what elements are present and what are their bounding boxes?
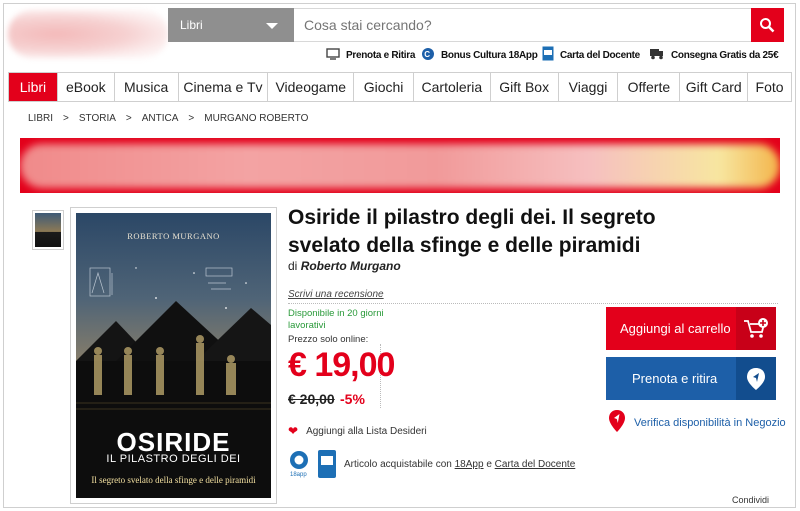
verify-store-availability-link[interactable]: Verifica disponibilità in Negozio xyxy=(608,409,786,436)
cart-plus-icon xyxy=(736,307,776,350)
breadcrumb-separator: > xyxy=(63,113,69,124)
price-label: Prezzo solo online: xyxy=(288,334,369,345)
divider xyxy=(288,303,778,304)
banner-image xyxy=(20,144,780,188)
bonus-conjunction: e xyxy=(486,458,492,470)
search-input[interactable] xyxy=(294,8,752,42)
service-label: Carta del Docente xyxy=(560,49,640,61)
product-title: Osiride il pilastro degli dei. Il segret… xyxy=(288,206,656,257)
bonus-prefix: Articolo acquistabile con xyxy=(344,458,452,470)
nav-item-ebook[interactable]: eBook xyxy=(58,73,115,101)
cover-subtitle: IL PILASTRO DEGLI DEI xyxy=(106,453,241,465)
truck-icon xyxy=(649,47,665,63)
nav-item-gift-card[interactable]: Gift Card xyxy=(680,73,749,101)
service-consegna-gratis[interactable]: Consegna Gratis da 25€ xyxy=(649,46,779,64)
breadcrumb-item[interactable]: ANTICA xyxy=(142,113,179,124)
cover-tagline: Il segreto svelato della sfinge e delle … xyxy=(91,475,256,485)
carta-docente-logo-icon xyxy=(318,450,336,478)
carta-docente-link[interactable]: Carta del Docente xyxy=(495,459,576,470)
cover-author: ROBERTO MURGANO xyxy=(127,231,220,241)
breadcrumb-item[interactable]: MURGANO ROBERTO xyxy=(204,113,308,124)
breadcrumb-separator: > xyxy=(125,113,132,124)
main-nav: Libri eBook Musica Cinema e Tv Videogame… xyxy=(8,72,792,102)
18app-link[interactable]: 18App xyxy=(455,459,484,470)
write-review-link[interactable]: Scrivi una recensione xyxy=(288,289,384,300)
availability-text: Disponibile in 20 giorni lavorativi xyxy=(288,308,384,331)
bonus-payment-info: 18app Articolo acquistabile con 18App e … xyxy=(288,450,575,478)
share-link[interactable]: Condividi xyxy=(732,495,769,505)
svg-text:18app: 18app xyxy=(290,472,307,478)
reserve-label: Prenota e ritira xyxy=(632,371,718,386)
wishlist-label: Aggiungi alla Lista Desideri xyxy=(306,425,427,437)
old-price: € 20,00 xyxy=(288,391,335,407)
chevron-down-icon xyxy=(266,23,278,29)
author-link[interactable]: Roberto Murgano xyxy=(301,259,401,273)
verify-label: Verifica disponibilità in Negozio xyxy=(634,416,786,429)
cover-art: ROBERTO MURGANO OSIRIDE IL PILASTRO DEGL… xyxy=(76,213,271,498)
breadcrumb-separator: > xyxy=(188,113,195,124)
promo-banner[interactable] xyxy=(20,138,780,193)
nav-item-videogame[interactable]: Videogame xyxy=(268,73,355,101)
nav-item-offerte[interactable]: Offerte xyxy=(618,73,681,101)
service-links: Prenota e Ritira C Bonus Cultura 18App C… xyxy=(0,46,800,66)
category-select-label: Libri xyxy=(180,18,203,32)
service-label: Bonus Cultura 18App xyxy=(441,49,538,61)
map-pin-icon xyxy=(608,409,626,436)
svg-text:C: C xyxy=(424,50,430,59)
service-label: Prenota e Ritira xyxy=(346,49,416,61)
service-carta-docente[interactable]: Carta del Docente xyxy=(542,46,640,64)
discount-badge: -5% xyxy=(340,391,365,407)
nav-item-gift-box[interactable]: Gift Box xyxy=(491,73,559,101)
heart-icon: ❤ xyxy=(288,424,299,438)
nav-item-cinema-tv[interactable]: Cinema e Tv xyxy=(179,73,269,101)
docente-card-icon xyxy=(542,46,554,64)
service-label: Consegna Gratis da 25€ xyxy=(671,49,779,61)
nav-item-giochi[interactable]: Giochi xyxy=(354,73,414,101)
price: € 19,00 xyxy=(288,346,395,384)
breadcrumb-item[interactable]: LIBRI xyxy=(28,113,53,124)
nav-item-viaggi[interactable]: Viaggi xyxy=(559,73,619,101)
breadcrumb: LIBRI > STORIA > ANTICA > MURGANO ROBERT… xyxy=(28,113,308,124)
18app-logo-icon: 18app xyxy=(288,450,310,478)
service-prenota-ritira[interactable]: Prenota e Ritira xyxy=(326,46,415,64)
monitor-icon xyxy=(326,47,340,63)
author-prefix: di xyxy=(288,259,298,273)
product-author-line: di Roberto Murgano xyxy=(288,259,401,273)
breadcrumb-item[interactable]: STORIA xyxy=(79,113,116,124)
cover-thumbnail[interactable] xyxy=(32,210,64,250)
wishlist-link[interactable]: ❤ Aggiungi alla Lista Desideri xyxy=(288,424,427,438)
category-select[interactable]: Libri xyxy=(168,8,294,42)
book-cover[interactable]: ROBERTO MURGANO OSIRIDE IL PILASTRO DEGL… xyxy=(70,207,277,504)
search-icon xyxy=(760,18,775,33)
nav-item-foto[interactable]: Foto xyxy=(748,73,791,101)
add-to-cart-button[interactable]: Aggiungi al carrello xyxy=(606,307,776,350)
reserve-pickup-button[interactable]: Prenota e ritira xyxy=(606,357,776,400)
nav-item-musica[interactable]: Musica xyxy=(115,73,179,101)
18app-icon: C xyxy=(421,47,435,64)
nav-item-libri[interactable]: Libri xyxy=(9,73,58,101)
thumbnail-image xyxy=(35,213,61,247)
nav-item-cartoleria[interactable]: Cartoleria xyxy=(414,73,491,101)
location-arrow-icon xyxy=(736,357,776,400)
service-bonus-cultura[interactable]: C Bonus Cultura 18App xyxy=(421,46,538,64)
add-to-cart-label: Aggiungi al carrello xyxy=(620,321,731,336)
search-button[interactable] xyxy=(751,8,784,42)
